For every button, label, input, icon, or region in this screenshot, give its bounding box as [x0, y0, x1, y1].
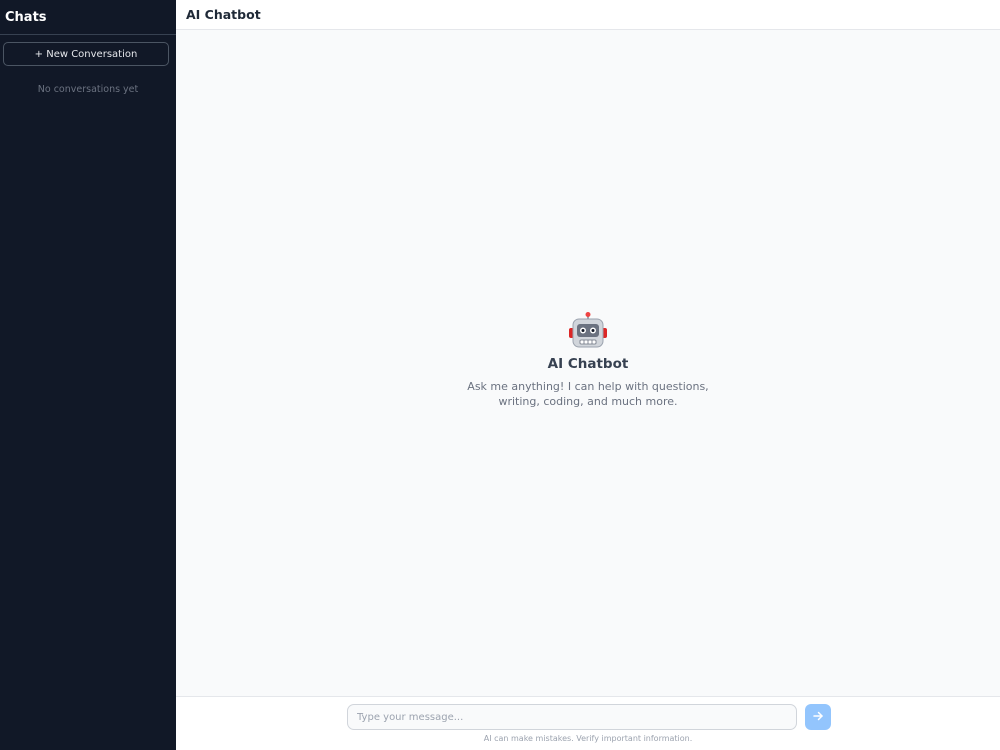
sidebar-title: Chats	[5, 9, 47, 25]
welcome-text: Ask me anything! I can help with questio…	[467, 379, 709, 408]
sidebar: Chats + New Conversation No conversation…	[0, 0, 176, 750]
welcome-panel: AI Chatbot Ask me anything! I can help w…	[453, 311, 723, 409]
arrow-right-icon	[812, 710, 824, 725]
page-title: AI Chatbot	[186, 7, 261, 22]
robot-icon	[568, 311, 608, 350]
disclaimer-text: AI can make mistakes. Verify important i…	[483, 734, 693, 743]
send-button[interactable]	[805, 704, 831, 730]
chat-area: AI Chatbot Ask me anything! I can help w…	[176, 30, 1000, 696]
topbar: AI Chatbot	[176, 0, 1000, 30]
conversation-list-empty: No conversations yet	[37, 84, 139, 95]
main-panel: AI Chatbot AI Chatbot Ask me anything! I…	[176, 0, 1000, 750]
welcome-title: AI Chatbot	[547, 355, 629, 372]
sidebar-header: Chats	[0, 0, 176, 35]
new-conversation-button[interactable]: + New Conversation	[3, 42, 169, 66]
app-window: Chats + New Conversation No conversation…	[0, 0, 1000, 750]
message-input[interactable]	[347, 704, 797, 730]
composer-bar: AI can make mistakes. Verify important i…	[176, 696, 1000, 750]
composer-row	[347, 704, 831, 730]
